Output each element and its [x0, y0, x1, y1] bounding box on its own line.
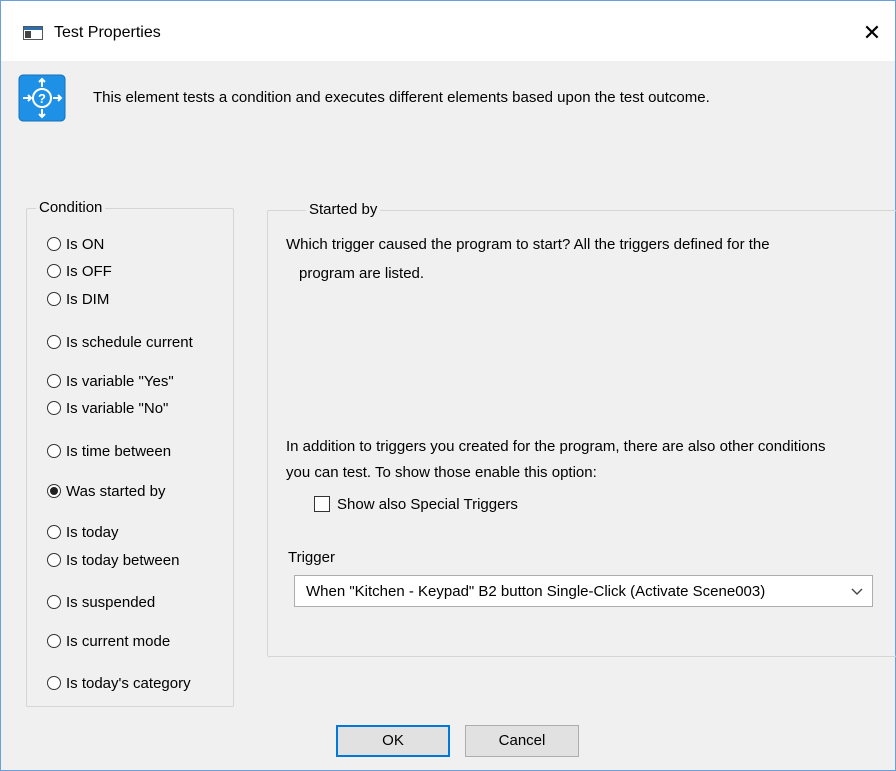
- radio-button[interactable]: [47, 374, 61, 388]
- radio-label: Is today: [66, 523, 119, 541]
- radio-label: Is DIM: [66, 290, 110, 308]
- ok-button[interactable]: OK: [336, 725, 450, 757]
- radio-button[interactable]: [47, 237, 61, 251]
- close-button[interactable]: ✕: [849, 16, 895, 50]
- condition-legend: Condition: [36, 199, 106, 216]
- radio-label: Is today's category: [66, 674, 191, 692]
- radio-button[interactable]: [47, 595, 61, 609]
- radio-was-started-by[interactable]: Was started by: [47, 480, 165, 502]
- radio-label: Was started by: [66, 482, 166, 500]
- radio-is-variable-yes[interactable]: Is variable "Yes": [47, 370, 174, 392]
- radio-is-todays-category[interactable]: Is today's category: [47, 672, 191, 694]
- question-text-line1: Which trigger caused the program to star…: [286, 236, 770, 253]
- close-icon: ✕: [862, 20, 882, 45]
- radio-button[interactable]: [47, 292, 61, 306]
- radio-button-selected[interactable]: [47, 484, 61, 498]
- question-text-line2: program are listed.: [299, 265, 425, 282]
- radio-button[interactable]: [47, 264, 61, 278]
- test-element-icon: ?: [18, 74, 66, 122]
- radio-label: Is variable "No": [66, 399, 169, 417]
- trigger-select-value: When "Kitchen - Keypad" B2 button Single…: [306, 583, 766, 600]
- radio-label: Is variable "Yes": [66, 372, 174, 390]
- radio-is-suspended[interactable]: Is suspended: [47, 591, 155, 613]
- radio-is-time-between[interactable]: Is time between: [47, 440, 171, 462]
- radio-is-current-mode[interactable]: Is current mode: [47, 630, 170, 652]
- dialog-window: Test Properties ✕ ? This element tests a…: [0, 0, 896, 771]
- info-text-line1: In addition to triggers you created for …: [286, 438, 826, 455]
- special-triggers-label[interactable]: Show also Special Triggers: [337, 496, 518, 513]
- radio-is-dim[interactable]: Is DIM: [47, 288, 109, 310]
- radio-button[interactable]: [47, 634, 61, 648]
- radio-button[interactable]: [47, 525, 61, 539]
- radio-label: Is current mode: [66, 632, 171, 650]
- window-app-icon: [23, 26, 43, 40]
- radio-label: Is schedule current: [66, 333, 193, 351]
- window-title: Test Properties: [54, 24, 161, 41]
- element-description: This element tests a condition and execu…: [93, 89, 710, 106]
- radio-button[interactable]: [47, 444, 61, 458]
- radio-label: Is time between: [66, 442, 172, 460]
- trigger-label: Trigger: [288, 549, 335, 566]
- radio-label: Is today between: [66, 551, 180, 569]
- info-text-line2: you can test. To show those enable this …: [286, 464, 597, 481]
- radio-label: Is ON: [66, 235, 105, 253]
- radio-button[interactable]: [47, 553, 61, 567]
- radio-is-on[interactable]: Is ON: [47, 233, 104, 255]
- radio-is-schedule-current[interactable]: Is schedule current: [47, 331, 193, 353]
- radio-label: Is OFF: [66, 262, 112, 280]
- cancel-button[interactable]: Cancel: [465, 725, 579, 757]
- radio-is-today-between[interactable]: Is today between: [47, 549, 179, 571]
- radio-is-today[interactable]: Is today: [47, 521, 119, 543]
- radio-is-off[interactable]: Is OFF: [47, 260, 112, 282]
- radio-button[interactable]: [47, 676, 61, 690]
- chevron-down-icon: [851, 588, 863, 595]
- svg-text:?: ?: [38, 91, 46, 106]
- radio-is-variable-no[interactable]: Is variable "No": [47, 397, 168, 419]
- started-by-legend: Started by: [306, 201, 381, 218]
- radio-label: Is suspended: [66, 593, 156, 611]
- special-triggers-checkbox[interactable]: [314, 496, 330, 512]
- radio-button[interactable]: [47, 401, 61, 415]
- title-bar: Test Properties ✕: [1, 1, 895, 61]
- radio-button[interactable]: [47, 335, 61, 349]
- trigger-select[interactable]: When "Kitchen - Keypad" B2 button Single…: [294, 575, 873, 607]
